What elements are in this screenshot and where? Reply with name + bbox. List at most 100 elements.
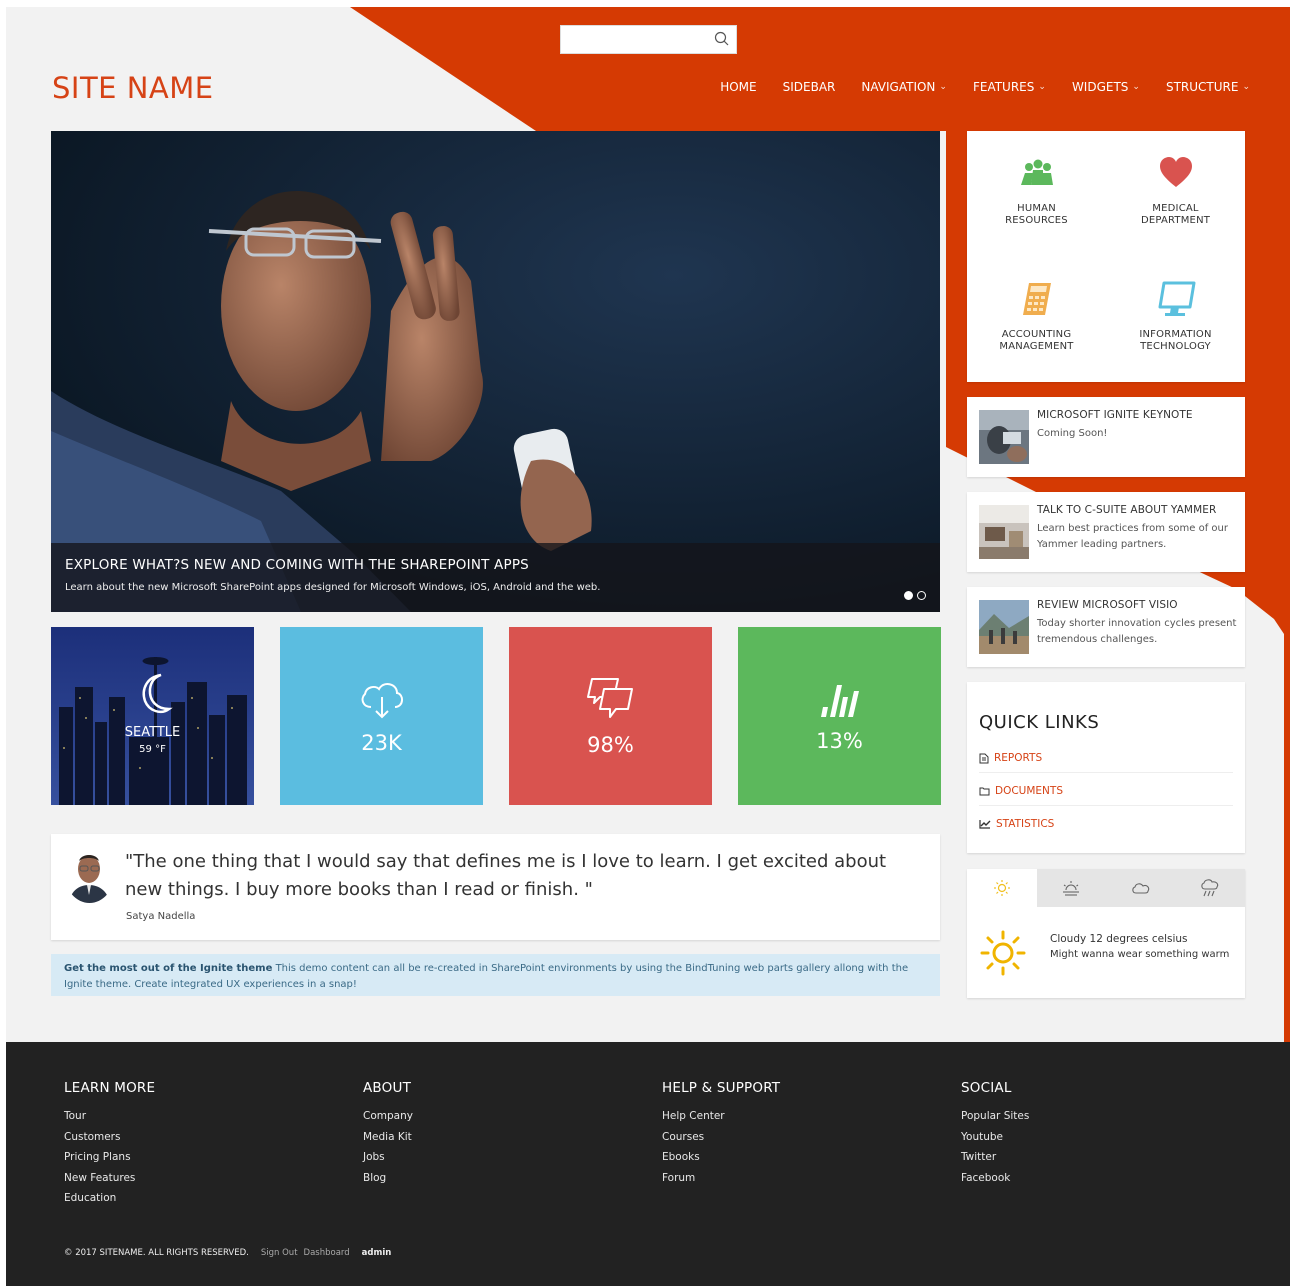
info-banner: Get the most out of the Ignite theme Thi…	[51, 954, 940, 996]
weather-tab-cloud[interactable]	[1106, 869, 1176, 907]
hero-slider[interactable]: EXPLORE WHAT?S NEW AND COMING WITH THE S…	[51, 131, 940, 612]
footer-link[interactable]: Customers	[64, 1127, 155, 1148]
footer-link[interactable]: Tour	[64, 1106, 155, 1127]
footer-link[interactable]: Popular Sites	[961, 1106, 1029, 1127]
comments-value: 98%	[587, 733, 634, 757]
news-item[interactable]: REVIEW MICROSOFT VISIO Today shorter inn…	[967, 587, 1245, 667]
downloads-value: 23K	[361, 731, 402, 755]
dept-label-line2: TECHNOLOGY	[1140, 341, 1211, 352]
footer-heading: SOCIAL	[961, 1080, 1012, 1096]
document-icon	[979, 753, 989, 763]
stats-value: 13%	[816, 729, 863, 753]
hero-caption: EXPLORE WHAT?S NEW AND COMING WITH THE S…	[51, 543, 940, 612]
dept-medical[interactable]: MEDICAL DEPARTMENT	[1106, 155, 1245, 227]
line-chart-icon	[979, 820, 991, 829]
dept-label-line1: MEDICAL	[1152, 203, 1199, 214]
user-name[interactable]: admin	[362, 1248, 392, 1258]
quick-link-reports[interactable]: REPORTS	[979, 752, 1233, 773]
moon-icon	[142, 673, 173, 713]
dept-accounting[interactable]: ACCOUNTING MANAGEMENT	[967, 281, 1106, 353]
sun-large-icon	[980, 930, 1026, 976]
quick-link-statistics[interactable]: STATISTICS	[979, 818, 1233, 838]
quick-link-label: DOCUMENTS	[995, 785, 1063, 797]
slider-dot-1[interactable]	[904, 591, 913, 600]
search-box[interactable]	[560, 25, 737, 54]
weather-city: SEATTLE	[124, 725, 181, 740]
footer-link[interactable]: Facebook	[961, 1168, 1029, 1189]
nav-features[interactable]: FEATURES ⌄	[973, 80, 1046, 94]
footer-column-social: SOCIAL Popular Sites Youtube Twitter Fac…	[961, 1080, 1029, 1188]
footer-link[interactable]: Twitter	[961, 1147, 1029, 1168]
news-item[interactable]: TALK TO C-SUITE ABOUT YAMMER Learn best …	[967, 492, 1245, 572]
folder-icon	[979, 787, 990, 796]
chevron-down-icon: ⌄	[939, 82, 947, 92]
hero-title[interactable]: EXPLORE WHAT?S NEW AND COMING WITH THE S…	[65, 557, 926, 573]
heart-icon	[1159, 157, 1192, 187]
calculator-icon	[1022, 283, 1051, 315]
hero-subtitle: Learn about the new Microsoft SharePoint…	[65, 582, 601, 593]
slider-dots	[904, 591, 926, 600]
sun-icon	[993, 880, 1010, 896]
search-input[interactable]	[561, 26, 701, 53]
stats-tile[interactable]: 13%	[738, 627, 941, 805]
site-name[interactable]: SITE NAME	[52, 71, 214, 105]
footer-link[interactable]: Youtube	[961, 1127, 1029, 1148]
nav-label: HOME	[720, 80, 757, 94]
weather-tab-rain[interactable]	[1176, 869, 1246, 907]
nav-label: STRUCTURE	[1165, 80, 1239, 94]
quick-link-documents[interactable]: DOCUMENTS	[979, 785, 1233, 806]
comments-tile[interactable]: 98%	[509, 627, 712, 805]
nav-sidebar[interactable]: SIDEBAR	[783, 80, 836, 94]
news-title[interactable]: MICROSOFT IGNITE KEYNOTE	[1037, 409, 1193, 421]
weather-tile[interactable]: SEATTLE 59 °F	[51, 627, 254, 805]
dept-label-line2: DEPARTMENT	[1140, 215, 1211, 226]
news-description: Learn best practices from some of our Ya…	[1037, 523, 1228, 550]
dept-information-technology[interactable]: INFORMATION TECHNOLOGY	[1106, 281, 1245, 353]
footer-link[interactable]: New Features	[64, 1168, 155, 1189]
dept-label-line2: RESOURCES	[1005, 215, 1068, 226]
news-title[interactable]: REVIEW MICROSOFT VISIO	[1037, 599, 1178, 611]
footer-link[interactable]: Jobs	[363, 1147, 413, 1168]
nav-home[interactable]: HOME	[720, 80, 756, 94]
news-description: Today shorter innovation cycles present …	[1037, 618, 1237, 645]
info-banner-title: Get the most out of the Ignite theme	[64, 963, 273, 974]
nav-navigation[interactable]: NAVIGATION ⌄	[861, 80, 947, 94]
weather-tab-sun[interactable]	[967, 869, 1037, 907]
footer-link[interactable]: Education	[64, 1188, 155, 1209]
footer-link[interactable]: Courses	[662, 1127, 780, 1148]
sunrise-icon	[1063, 881, 1080, 896]
weather-tabs	[967, 869, 1245, 907]
dept-human-resources[interactable]: HUMAN RESOURCES	[967, 155, 1106, 227]
search-icon[interactable]	[714, 31, 730, 47]
footer-link[interactable]: Company	[363, 1106, 413, 1127]
departments-panel: HUMAN RESOURCES MEDICAL DEPARTMENT ACCOUNT…	[967, 131, 1245, 382]
nav-label: SIDEBAR	[782, 80, 836, 94]
people-icon	[1020, 159, 1053, 185]
footer-link[interactable]: Help Center	[662, 1106, 780, 1127]
footer-column-help-support: HELP & SUPPORT Help Center Courses Ebook…	[662, 1080, 780, 1188]
news-thumbnail	[979, 505, 1029, 559]
footer-link[interactable]: Blog	[363, 1168, 413, 1189]
news-item[interactable]: MICROSOFT IGNITE KEYNOTE Coming Soon!	[967, 397, 1245, 477]
monitor-icon	[1158, 281, 1195, 316]
news-title[interactable]: TALK TO C-SUITE ABOUT YAMMER	[1037, 504, 1216, 516]
footer-link[interactable]: Ebooks	[662, 1147, 780, 1168]
nav-label: WIDGETS	[1071, 80, 1129, 94]
nav-widgets[interactable]: WIDGETS ⌄	[1072, 80, 1140, 94]
rain-icon	[1201, 879, 1219, 897]
main-nav: HOME SIDEBAR NAVIGATION ⌄ FEATURES ⌄ WIDGE…	[694, 80, 1250, 94]
downloads-tile[interactable]: 23K	[280, 627, 483, 805]
slider-dot-2[interactable]	[917, 591, 926, 600]
news-thumbnail	[979, 600, 1029, 654]
footer-link[interactable]: Pricing Plans	[64, 1147, 155, 1168]
footer-link[interactable]: Forum	[662, 1168, 780, 1189]
sign-out-link[interactable]: Sign Out	[261, 1248, 298, 1258]
footer: LEARN MORE Tour Customers Pricing Plans …	[6, 1042, 1290, 1286]
footer-link[interactable]: Media Kit	[363, 1127, 413, 1148]
dashboard-link[interactable]: Dashboard	[304, 1248, 350, 1258]
chevron-down-icon: ⌄	[1038, 82, 1046, 92]
avatar	[65, 847, 114, 903]
cloud-download-icon	[361, 683, 403, 719]
nav-structure[interactable]: STRUCTURE ⌄	[1166, 80, 1250, 94]
weather-tab-sunrise[interactable]	[1037, 869, 1107, 907]
